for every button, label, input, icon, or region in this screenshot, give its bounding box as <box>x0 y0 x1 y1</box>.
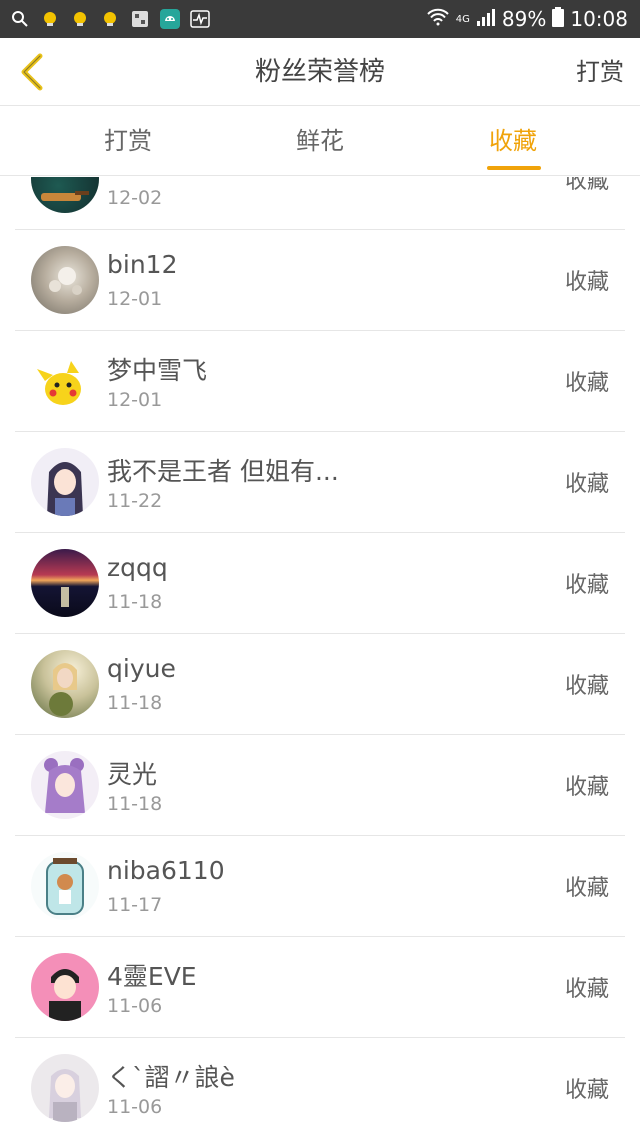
list-item[interactable]: 梦中雪飞 12-01 收藏 <box>15 331 625 432</box>
network-type: 4G <box>455 13 470 25</box>
fan-date: 11-06 <box>107 995 163 1017</box>
fan-date: 11-18 <box>107 793 163 815</box>
favorite-label: 收藏 <box>564 177 609 194</box>
avatar <box>31 650 99 718</box>
fan-date: 12-02 <box>107 187 163 209</box>
fan-name: く`謵〃誏è <box>107 1063 235 1092</box>
grid-app-icon <box>130 9 150 29</box>
fan-name: zqqq <box>107 553 168 582</box>
favorite-label: 收藏 <box>564 876 609 901</box>
fan-date: 11-22 <box>107 490 163 512</box>
page-title: 粉丝荣誉榜 <box>254 57 385 87</box>
avatar <box>31 1054 99 1122</box>
wifi-icon <box>426 7 450 31</box>
favorite-label: 收藏 <box>564 573 609 598</box>
avatar <box>31 347 99 415</box>
bulb-notification-icon <box>40 9 60 29</box>
tab-flowers[interactable]: 鲜花 <box>260 106 380 176</box>
tab-bar: 打赏 鲜花 收藏 <box>0 106 640 176</box>
list-item[interactable]: 12-02 收藏 <box>15 177 625 230</box>
fan-name: bin12 <box>107 250 178 279</box>
bulb-notification-icon <box>100 9 120 29</box>
avatar <box>31 852 99 920</box>
fan-date: 11-17 <box>107 894 163 916</box>
favorite-label: 收藏 <box>564 674 609 699</box>
status-bar: 4G 89% 10:08 <box>0 0 640 38</box>
favorite-label: 收藏 <box>564 1078 609 1103</box>
battery-icon <box>552 6 565 32</box>
fan-date: 11-18 <box>107 591 163 613</box>
chevron-left-icon <box>21 53 43 91</box>
list-item[interactable]: 我不是王者 但姐有... 11-22 收藏 <box>15 432 625 533</box>
list-item[interactable]: bin12 12-01 收藏 <box>15 230 625 331</box>
activity-icon <box>190 9 210 29</box>
fan-date: 12-01 <box>107 389 163 411</box>
signal-icon <box>476 7 496 31</box>
fan-name: 灵光 <box>107 760 158 789</box>
fan-date: 11-18 <box>107 692 163 714</box>
favorite-label: 收藏 <box>564 270 609 295</box>
favorite-label: 收藏 <box>564 977 609 1002</box>
fan-name: qiyue <box>107 654 176 683</box>
search-icon <box>10 9 30 29</box>
fan-list[interactable]: 12-02 收藏 bin12 12-01 收藏 梦中雪飞 12-01 收藏 我不… <box>0 177 640 1138</box>
avatar <box>31 177 99 213</box>
reward-header-button[interactable]: 打赏 <box>576 38 624 106</box>
active-tab-indicator <box>487 166 541 170</box>
favorite-label: 收藏 <box>564 472 609 497</box>
bulb-notification-icon <box>70 9 90 29</box>
list-item[interactable]: zqqq 11-18 收藏 <box>15 533 625 634</box>
fan-name: 4靈EVE <box>107 962 197 991</box>
back-button[interactable] <box>10 48 54 96</box>
tab-reward[interactable]: 打赏 <box>68 106 188 176</box>
fan-date: 12-01 <box>107 288 163 310</box>
favorite-label: 收藏 <box>564 371 609 396</box>
android-icon <box>160 9 180 29</box>
title-bar: 粉丝荣誉榜 打赏 <box>0 38 640 106</box>
favorite-label: 收藏 <box>564 775 609 800</box>
fan-date: 11-06 <box>107 1096 163 1118</box>
fan-name: niba6110 <box>107 856 225 885</box>
list-item[interactable]: 4靈EVE 11-06 收藏 <box>15 937 625 1038</box>
avatar <box>31 549 99 617</box>
list-item[interactable]: 灵光 11-18 收藏 <box>15 735 625 836</box>
avatar <box>31 751 99 819</box>
avatar <box>31 448 99 516</box>
avatar <box>31 246 99 314</box>
list-item[interactable]: qiyue 11-18 收藏 <box>15 634 625 735</box>
fan-name: 我不是王者 但姐有... <box>107 457 339 486</box>
fan-name: 梦中雪飞 <box>107 356 208 385</box>
list-item[interactable]: く`謵〃誏è 11-06 收藏 <box>15 1038 625 1138</box>
battery-percent: 89% <box>501 7 547 31</box>
clock: 10:08 <box>570 7 628 31</box>
list-item[interactable]: niba6110 11-17 收藏 <box>15 836 625 937</box>
avatar <box>31 953 99 1021</box>
